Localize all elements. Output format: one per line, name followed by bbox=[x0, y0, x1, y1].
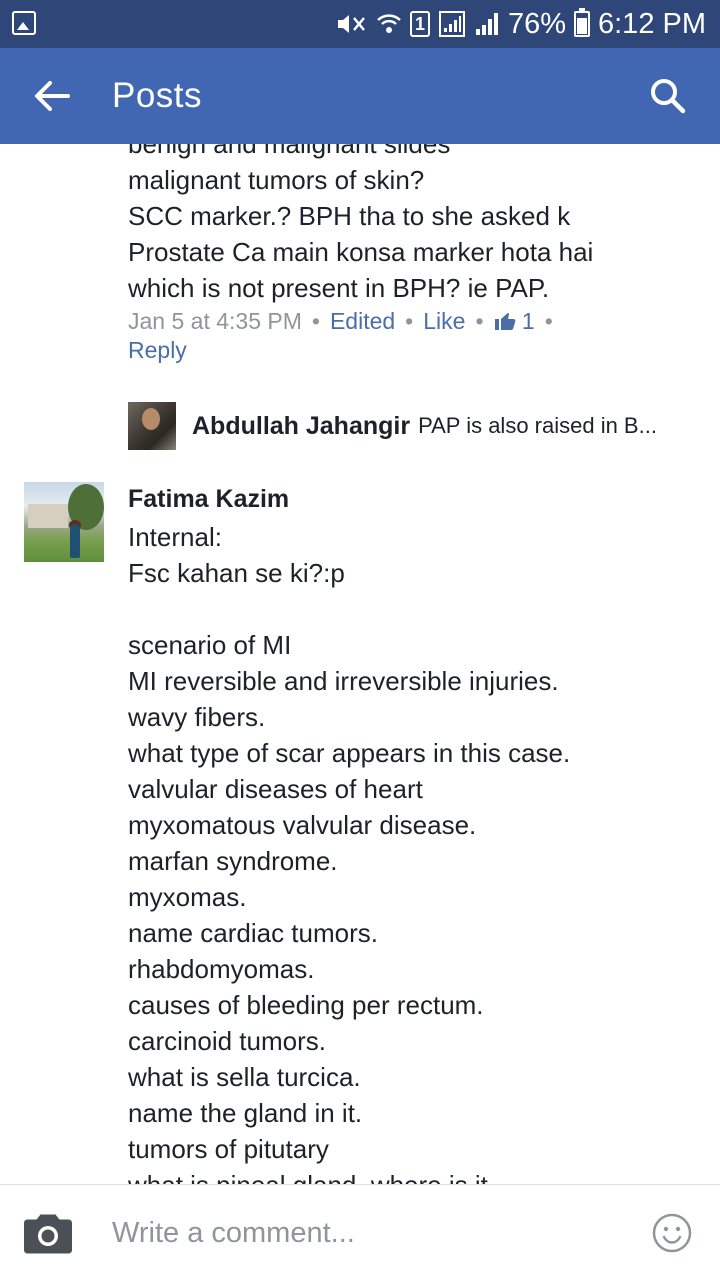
comment-line bbox=[128, 591, 698, 627]
comment-line: what is sella turcica. bbox=[128, 1062, 361, 1092]
back-arrow-icon[interactable] bbox=[28, 72, 76, 120]
signal-strength-icon bbox=[475, 13, 498, 35]
comment-line: tumors of pitutary bbox=[128, 1134, 329, 1164]
comment-input[interactable] bbox=[112, 1211, 612, 1255]
reply-link[interactable]: Reply bbox=[128, 337, 187, 363]
comment-line: Fsc kahan se ki?:p bbox=[128, 558, 345, 588]
reply-author[interactable]: Abdullah Jahangir bbox=[192, 412, 410, 441]
mute-icon bbox=[337, 15, 365, 33]
clock: 6:12 PM bbox=[598, 7, 706, 40]
page-title: Posts bbox=[112, 76, 203, 115]
avatar[interactable] bbox=[24, 482, 104, 562]
comments-feed[interactable]: benign and malignant slides malignant tu… bbox=[0, 144, 720, 1184]
gallery-notification-icon bbox=[12, 11, 36, 35]
camera-icon[interactable] bbox=[22, 1213, 74, 1255]
comment-line: causes of bleeding per rectum. bbox=[128, 990, 484, 1020]
status-icons: 1 76% 6:12 PM bbox=[334, 0, 706, 48]
comment-line: marfan syndrome. bbox=[128, 846, 338, 876]
comment-line: scenario of MI bbox=[128, 630, 292, 660]
comment-body: Internal: Fsc kahan se ki?:p scenario of… bbox=[128, 519, 698, 1184]
status-bar: 1 76% 6:12 PM bbox=[0, 0, 720, 48]
comment-line: malignant tumors of skin? bbox=[128, 165, 425, 195]
signal-box-icon bbox=[438, 11, 465, 37]
emoji-icon[interactable] bbox=[652, 1213, 692, 1253]
comment-line: Prostate Ca main konsa marker hota hai bbox=[128, 237, 594, 267]
comment-composer bbox=[0, 1184, 720, 1280]
thumbs-up-icon bbox=[494, 313, 515, 330]
comment-line: which is not present in BPH? ie PAP. bbox=[128, 273, 550, 303]
comment-line: what type of scar appears in this case. bbox=[128, 738, 571, 768]
comment-line: name the gland in it. bbox=[128, 1098, 363, 1128]
edited-link[interactable]: Edited bbox=[330, 308, 395, 334]
comment-line: myxomatous valvular disease. bbox=[128, 810, 477, 840]
app-bar: Posts bbox=[0, 48, 720, 144]
comment-author[interactable]: Fatima Kazim bbox=[128, 485, 289, 514]
reply-snippet: PAP is also raised in B... bbox=[418, 413, 657, 438]
comment-line: Internal: bbox=[128, 522, 222, 552]
comment-line: MI reversible and irreversible injuries. bbox=[128, 666, 559, 696]
reply-preview[interactable]: Abdullah Jahangir PAP is also raised in … bbox=[128, 402, 698, 450]
comment-line: valvular diseases of heart bbox=[128, 774, 423, 804]
sim-slot-badge: 1 bbox=[409, 11, 430, 37]
wifi-icon bbox=[377, 14, 401, 33]
comment-timestamp: Jan 5 at 4:35 PM bbox=[128, 308, 302, 334]
comment-line: name cardiac tumors. bbox=[128, 918, 378, 948]
comment-line: carcinoid tumors. bbox=[128, 1026, 326, 1056]
comment-body: benign and malignant slides malignant tu… bbox=[128, 144, 698, 306]
avatar[interactable] bbox=[128, 402, 176, 450]
like-count[interactable]: 1 bbox=[522, 308, 535, 334]
search-icon[interactable] bbox=[644, 72, 692, 120]
comment-meta: Jan 5 at 4:35 PM • Edited • Like • 1 • Reply bbox=[128, 308, 553, 363]
comment-line: myxomas. bbox=[128, 882, 247, 912]
comment-line: rhabdomyomas. bbox=[128, 954, 315, 984]
comment-line: wavy fibers. bbox=[128, 702, 266, 732]
battery-icon bbox=[574, 8, 590, 37]
battery-percent: 76% bbox=[507, 7, 566, 40]
comment-line: what is pineal gland. where is it. bbox=[128, 1167, 698, 1184]
comment-line: SCC marker.? BPH tha to she asked k bbox=[128, 201, 571, 231]
like-link[interactable]: Like bbox=[423, 308, 465, 334]
comment-line: benign and malignant slides bbox=[128, 144, 451, 159]
